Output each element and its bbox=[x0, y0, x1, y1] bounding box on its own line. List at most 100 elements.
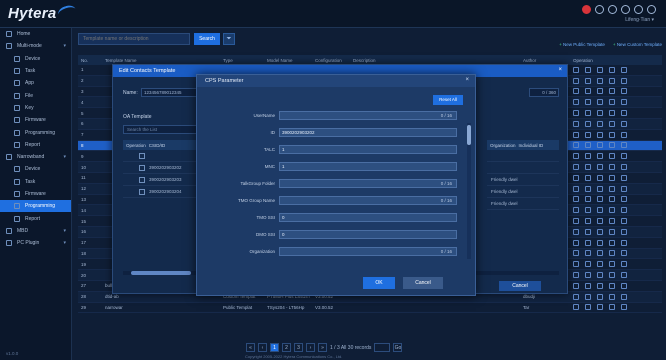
prev-page-button[interactable]: ‹ bbox=[258, 343, 267, 352]
delete-icon[interactable] bbox=[609, 120, 615, 127]
more-icon[interactable] bbox=[621, 261, 627, 268]
list-item[interactable] bbox=[487, 150, 559, 162]
copy-icon[interactable] bbox=[585, 131, 591, 138]
delete-icon[interactable] bbox=[609, 196, 615, 203]
download-icon[interactable] bbox=[597, 174, 603, 181]
delete-icon[interactable] bbox=[609, 110, 615, 117]
copy-icon[interactable] bbox=[585, 293, 591, 300]
delete-icon[interactable] bbox=[609, 218, 615, 225]
page-button[interactable]: 1 bbox=[270, 343, 279, 352]
edit-icon[interactable] bbox=[573, 261, 579, 268]
field-input[interactable]: 0 / 16 bbox=[279, 196, 457, 205]
download-icon[interactable] bbox=[597, 218, 603, 225]
copy-icon[interactable] bbox=[585, 239, 591, 246]
download-icon[interactable] bbox=[597, 142, 603, 149]
more-icon[interactable] bbox=[621, 66, 627, 73]
download-icon[interactable] bbox=[597, 164, 603, 171]
more-icon[interactable] bbox=[621, 142, 627, 149]
edit-icon[interactable] bbox=[573, 77, 579, 84]
delete-icon[interactable] bbox=[609, 207, 615, 214]
download-icon[interactable] bbox=[597, 196, 603, 203]
more-icon[interactable] bbox=[621, 110, 627, 117]
cancel-button[interactable]: Cancel bbox=[499, 281, 541, 291]
delete-icon[interactable] bbox=[609, 282, 615, 289]
page-button[interactable]: 3 bbox=[294, 343, 303, 352]
new-custom-template-link[interactable]: New Custom Template bbox=[613, 42, 662, 47]
delete-icon[interactable] bbox=[609, 304, 615, 311]
copy-icon[interactable] bbox=[585, 110, 591, 117]
sidebar-item-narrowband[interactable]: Narrowband ▾ bbox=[0, 151, 71, 163]
field-input[interactable]: 3900202903202 bbox=[279, 128, 457, 137]
download-icon[interactable] bbox=[597, 293, 603, 300]
copy-icon[interactable] bbox=[585, 77, 591, 84]
copy-icon[interactable] bbox=[585, 174, 591, 181]
edit-icon[interactable] bbox=[573, 228, 579, 235]
name-field[interactable]: 123456789012345 bbox=[141, 88, 201, 97]
copy-icon[interactable] bbox=[585, 250, 591, 257]
cancel-button[interactable]: Cancel bbox=[403, 277, 443, 289]
field-input[interactable]: 1 bbox=[279, 145, 457, 154]
last-page-button[interactable]: » bbox=[318, 343, 327, 352]
field-input[interactable]: 0 / 16 bbox=[279, 179, 457, 188]
checkbox[interactable] bbox=[139, 188, 145, 195]
edit-icon[interactable] bbox=[573, 207, 579, 214]
list-item[interactable]: Friendly dwel bbox=[487, 174, 559, 186]
download-icon[interactable] bbox=[597, 185, 603, 192]
reset-all-button[interactable]: Reset All bbox=[433, 95, 463, 105]
edit-icon[interactable] bbox=[573, 66, 579, 73]
download-icon[interactable] bbox=[597, 228, 603, 235]
more-icon[interactable] bbox=[621, 239, 627, 246]
checkbox[interactable] bbox=[139, 152, 145, 159]
more-icon[interactable] bbox=[621, 282, 627, 289]
more-icon[interactable] bbox=[621, 120, 627, 127]
edit-icon[interactable] bbox=[573, 174, 579, 181]
delete-icon[interactable] bbox=[609, 239, 615, 246]
sidebar-item-app[interactable]: App bbox=[0, 77, 71, 89]
first-page-button[interactable]: « bbox=[246, 343, 255, 352]
download-icon[interactable] bbox=[597, 282, 603, 289]
download-icon[interactable] bbox=[597, 120, 603, 127]
copy-icon[interactable] bbox=[585, 196, 591, 203]
sidebar-item-firmware[interactable]: Firmware bbox=[0, 114, 71, 126]
ok-button[interactable]: OK bbox=[363, 277, 395, 289]
more-icon[interactable] bbox=[621, 228, 627, 235]
copy-icon[interactable] bbox=[585, 218, 591, 225]
sidebar-item-report[interactable]: Report bbox=[0, 212, 71, 224]
list-item[interactable] bbox=[123, 150, 203, 162]
more-icon[interactable] bbox=[621, 293, 627, 300]
delete-icon[interactable] bbox=[609, 261, 615, 268]
copy-icon[interactable] bbox=[585, 272, 591, 279]
copy-icon[interactable] bbox=[585, 164, 591, 171]
scrollbar-thumb[interactable] bbox=[467, 125, 471, 145]
sidebar-item-multi-mode[interactable]: Multi-mode ▾ bbox=[0, 40, 71, 52]
copy-icon[interactable] bbox=[585, 282, 591, 289]
delete-icon[interactable] bbox=[609, 174, 615, 181]
search-input[interactable] bbox=[78, 33, 190, 45]
copy-icon[interactable] bbox=[585, 304, 591, 311]
delete-icon[interactable] bbox=[609, 131, 615, 138]
language-icon[interactable] bbox=[634, 5, 643, 14]
table-row[interactable]: 29 narrowar Public Templat TSys204 - LT56Hp… bbox=[78, 303, 662, 314]
more-icon[interactable] bbox=[621, 164, 627, 171]
copy-icon[interactable] bbox=[585, 99, 591, 106]
sidebar-item-task[interactable]: Task bbox=[0, 65, 71, 77]
download-icon[interactable] bbox=[597, 99, 603, 106]
edit-icon[interactable] bbox=[573, 164, 579, 171]
edit-icon[interactable] bbox=[573, 99, 579, 106]
delete-icon[interactable] bbox=[609, 77, 615, 84]
list-search-input[interactable]: Search the List bbox=[123, 125, 198, 134]
sidebar-item-pc-plugin[interactable]: PC Plugin ▾ bbox=[0, 237, 71, 249]
list-item[interactable] bbox=[487, 162, 559, 174]
more-icon[interactable] bbox=[621, 218, 627, 225]
checkbox[interactable] bbox=[139, 164, 145, 171]
list-item[interactable]: 3900202903204 bbox=[123, 186, 203, 198]
more-icon[interactable] bbox=[621, 272, 627, 279]
filter-icon[interactable]: ⏷ bbox=[223, 33, 235, 45]
delete-icon[interactable] bbox=[609, 153, 615, 160]
download-icon[interactable] bbox=[597, 77, 603, 84]
sidebar-item-programming[interactable]: Programming bbox=[0, 126, 71, 138]
more-icon[interactable] bbox=[621, 250, 627, 257]
edit-icon[interactable] bbox=[573, 250, 579, 257]
edit-icon[interactable] bbox=[573, 185, 579, 192]
user-name[interactable]: Lifeng·Tian ▾ bbox=[625, 17, 654, 23]
